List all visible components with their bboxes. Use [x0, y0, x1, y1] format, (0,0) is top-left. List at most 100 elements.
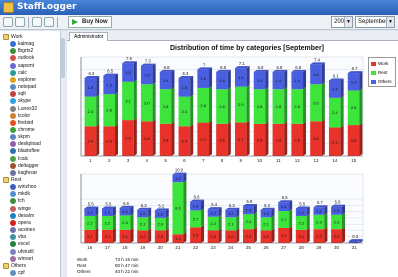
app-icon	[10, 169, 16, 176]
app-icon	[10, 227, 16, 234]
segment-label: 3.0	[144, 100, 150, 105]
bar-side	[246, 66, 250, 87]
x-tick-label: 4	[146, 158, 149, 163]
bar-side	[95, 214, 99, 230]
bar-side	[209, 120, 213, 156]
app-icon	[10, 255, 16, 262]
segment-label: 1.3	[334, 208, 340, 213]
bar-side	[130, 213, 134, 230]
x-tick-label: 30	[334, 245, 340, 250]
segment-label: 1.4	[294, 78, 300, 83]
segment-label: 2.2	[334, 234, 340, 239]
segment-label: 2.8	[257, 104, 263, 109]
segment-label: 8.3	[175, 206, 181, 211]
year-select[interactable]: 2009 ▼	[331, 16, 353, 28]
summary-row: Others 40 h 22 min	[77, 269, 197, 275]
segment-label: 3.1	[125, 98, 131, 103]
segment-label: 1.4	[193, 203, 199, 208]
bar-side	[96, 124, 100, 156]
segment-label: 1.2	[316, 209, 322, 214]
bar-side	[115, 92, 119, 127]
month-select[interactable]: September ▼	[355, 16, 395, 28]
bar-side	[209, 67, 213, 88]
segment-label: 2.4	[281, 233, 287, 238]
segment-label: 1.4	[175, 236, 181, 241]
x-tick-label: 17	[105, 245, 111, 250]
legend-swatch	[371, 71, 376, 75]
segment-label: 2.7	[281, 217, 287, 222]
total-label: 6.8	[295, 65, 301, 70]
x-tick-label: 16	[87, 245, 93, 250]
total-label: 7.5	[126, 56, 132, 61]
bar-side	[321, 62, 325, 85]
x-tick-label: 7	[202, 158, 205, 163]
bar-side	[289, 225, 293, 243]
sidebar-item[interactable]: cpf	[0, 269, 60, 277]
export-icon[interactable]	[32, 17, 42, 27]
app-icon	[10, 105, 16, 112]
segment-label: 2.1	[299, 234, 305, 239]
bar-side	[306, 227, 310, 243]
segment-label: 1.2	[87, 210, 93, 215]
bar-side	[227, 121, 231, 156]
segment-label: 2.3	[334, 219, 340, 224]
bar-side	[284, 87, 288, 124]
bar-side	[152, 63, 156, 85]
total-label: 5.6	[123, 201, 129, 206]
bar-side	[324, 227, 328, 243]
bar-side	[130, 227, 134, 243]
refresh-icon[interactable]	[15, 17, 25, 27]
total-label: 7.1	[239, 61, 245, 66]
x-tick-label: 19	[140, 245, 146, 250]
segment-label: 2.6	[257, 137, 263, 142]
bar-side	[324, 212, 328, 230]
settings-icon[interactable]	[44, 17, 54, 27]
total-label: 6.3	[182, 71, 188, 76]
open-icon[interactable]	[3, 17, 13, 27]
x-tick-label: 11	[276, 158, 281, 163]
segment-label: 1.3	[246, 208, 252, 213]
app-icon	[10, 91, 16, 98]
segment-label: 1.5	[125, 70, 131, 75]
app-icon	[10, 62, 16, 69]
total-label: 5.4	[211, 202, 217, 207]
segment-label: 2.4	[106, 139, 112, 144]
app-icon	[10, 148, 16, 155]
segment-label: 1.2	[175, 176, 181, 181]
segment-label: 2.8	[163, 104, 169, 109]
total-label: 5.3	[141, 203, 147, 208]
app-icon	[10, 219, 16, 226]
x-tick-label: 27	[281, 245, 287, 250]
segment-label: 1.2	[299, 210, 305, 215]
segment-label: 2.8	[219, 104, 225, 109]
bar-side	[148, 215, 152, 231]
chevron-down-icon: ▼	[386, 17, 394, 27]
x-tick-label: 31	[352, 245, 358, 250]
x-tick-label: 8	[221, 158, 224, 163]
segment-label: 2.2	[246, 234, 252, 239]
x-tick-label: 29	[316, 245, 322, 250]
bar-side	[133, 118, 137, 156]
segment-label: 2.1	[122, 234, 128, 239]
bar-side	[246, 120, 250, 156]
buy-now-button[interactable]: Buy Now	[68, 16, 112, 28]
app-icon	[10, 55, 16, 62]
x-tick-label: 26	[264, 245, 270, 250]
bar-side	[340, 95, 344, 128]
x-tick-label: 6	[183, 158, 186, 163]
total-label: 6.3	[88, 71, 94, 76]
main-panel: Administrator Distribution of time by ca…	[67, 31, 398, 277]
bar-side	[342, 212, 346, 230]
segment-label: 2.6	[294, 137, 300, 142]
app-icon	[10, 198, 16, 205]
x-tick-label: 15	[351, 158, 357, 163]
title-bar: StaffLogger	[0, 0, 398, 15]
segment-label: 2.8	[144, 136, 150, 141]
sidebar-item-label: cpf	[18, 269, 25, 276]
app-icon	[10, 84, 16, 91]
bar-side	[303, 87, 307, 124]
segment-label: 2.2	[299, 220, 305, 225]
sidebar-scrollbar-thumb[interactable]	[61, 38, 65, 78]
segment-label: 1.4	[281, 204, 287, 209]
segment-label: 1.5	[88, 85, 94, 90]
